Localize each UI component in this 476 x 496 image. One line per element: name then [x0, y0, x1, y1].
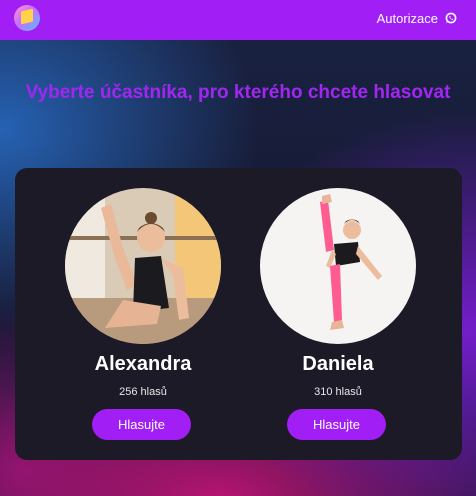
gymnast-photo-image [260, 188, 416, 344]
page-title: Vyberte účastníka, pro kterého chcete hl… [25, 82, 451, 103]
participant-photo[interactable] [65, 188, 221, 344]
vote-count: 310 hlasů [314, 386, 362, 398]
vote-button[interactable]: Hlasujte [287, 409, 386, 440]
app-logo-icon[interactable] [14, 5, 40, 31]
participants-panel: Alexandra 256 hlasů Hlasujte Daniela 310… [15, 168, 462, 460]
participant-name: Daniela [302, 353, 374, 375]
whatsapp-icon[interactable] [445, 12, 457, 24]
book-icon [21, 8, 33, 25]
participant-photo[interactable] [260, 188, 416, 344]
gymnast-photo-image [65, 188, 221, 344]
login-link[interactable]: Autorizace [377, 11, 438, 27]
top-bar: Autorizace [0, 0, 476, 40]
vote-button[interactable]: Hlasujte [92, 409, 191, 440]
participant-name: Alexandra [94, 353, 192, 375]
vote-count: 256 hlasů [119, 386, 167, 398]
